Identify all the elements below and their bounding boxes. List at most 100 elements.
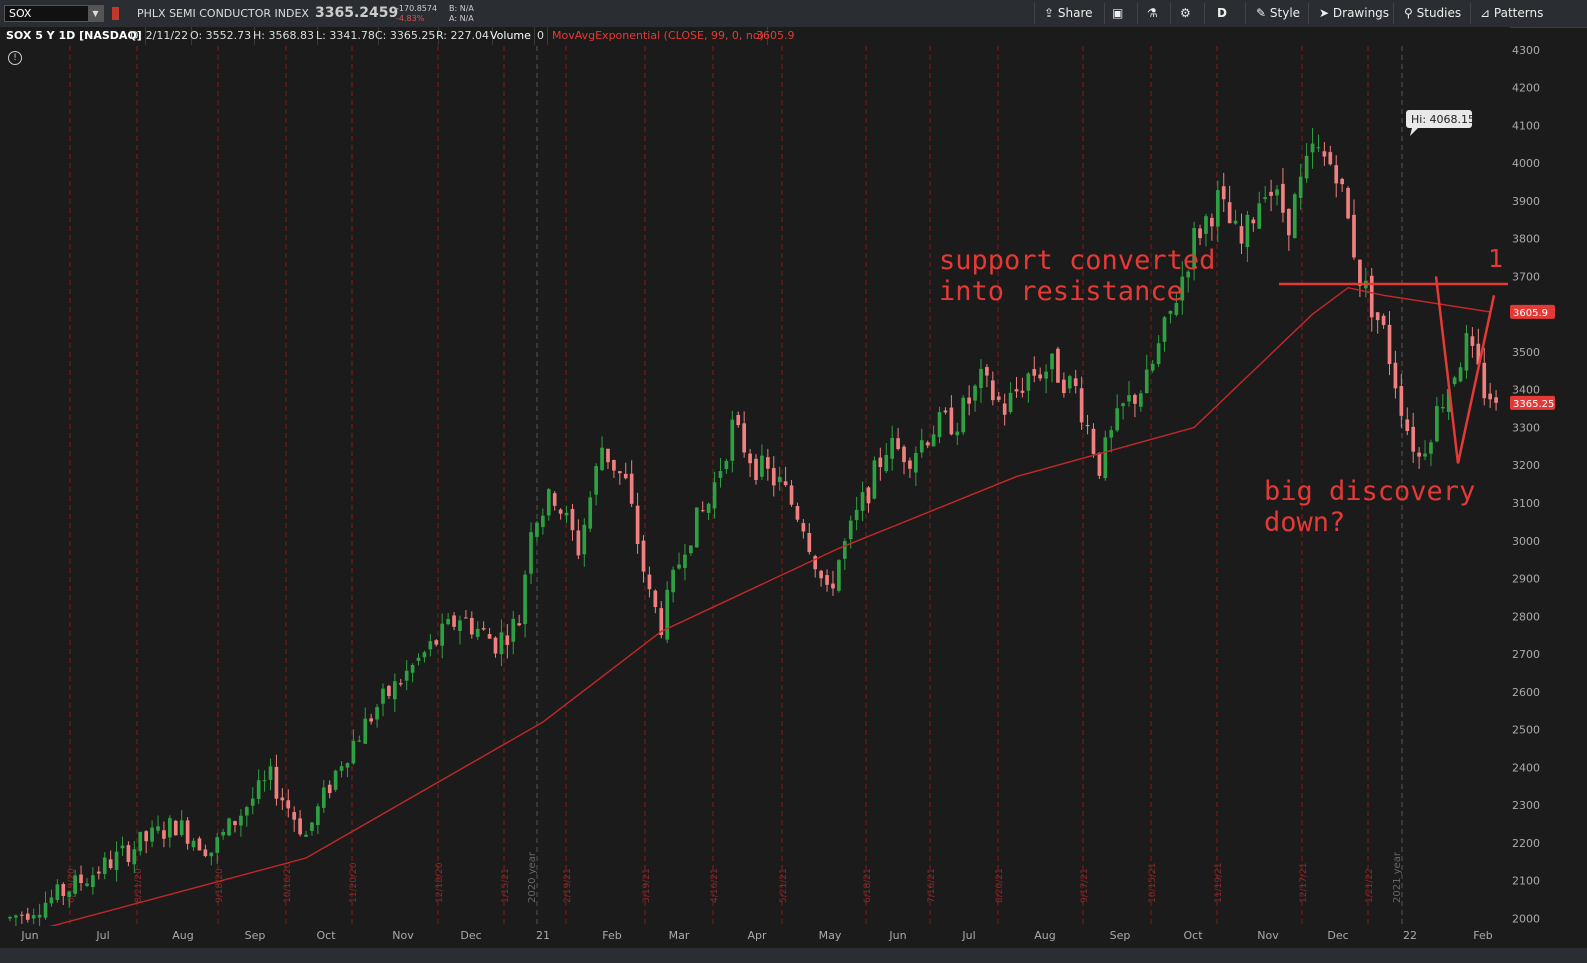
candle-down[interactable] (517, 623, 522, 626)
candle-down[interactable] (967, 397, 971, 404)
candle-up[interactable] (114, 851, 119, 870)
candle-up[interactable] (1316, 147, 1321, 149)
candle-down[interactable] (990, 380, 995, 401)
candle-down[interactable] (1411, 426, 1416, 452)
candle-up[interactable] (860, 492, 865, 511)
candle-up[interactable] (1026, 373, 1031, 391)
candle-down[interactable] (795, 506, 800, 520)
candle-up[interactable] (712, 482, 717, 509)
candle-up[interactable] (49, 897, 54, 904)
candle-up[interactable] (339, 766, 344, 771)
candle-down[interactable] (606, 448, 610, 463)
candle-up[interactable] (404, 670, 409, 681)
candle-down[interactable] (274, 766, 279, 799)
candle-up[interactable] (1067, 376, 1072, 389)
candle-up[interactable] (529, 532, 533, 574)
candle-up[interactable] (1150, 363, 1155, 371)
candle-up[interactable] (43, 902, 48, 918)
candle-up[interactable] (31, 915, 36, 919)
candle-up[interactable] (55, 884, 60, 901)
candle-down[interactable] (173, 820, 178, 836)
candle-up[interactable] (848, 520, 853, 540)
candle-up[interactable] (132, 849, 137, 865)
candle-up[interactable] (209, 852, 214, 857)
candle-down[interactable] (1375, 312, 1380, 321)
candle-up[interactable] (333, 770, 338, 790)
candle-down[interactable] (1097, 452, 1102, 476)
candle-down[interactable] (464, 617, 468, 619)
candle-down[interactable] (79, 874, 83, 884)
candle-up[interactable] (357, 740, 362, 742)
candle-up[interactable] (440, 623, 445, 646)
candle-down[interactable] (1488, 393, 1492, 400)
candle-down[interactable] (1014, 389, 1019, 392)
candle-up[interactable] (375, 707, 379, 720)
candle-up[interactable] (1162, 317, 1167, 342)
share-button[interactable]: ⇪ Share (1044, 4, 1093, 23)
candle-down[interactable] (1210, 217, 1214, 227)
drawings-button[interactable]: ➤ Drawings (1319, 4, 1389, 23)
candle-down[interactable] (20, 914, 24, 916)
candle-down[interactable] (949, 407, 954, 435)
candle-down[interactable] (203, 849, 208, 857)
chevron-down-icon[interactable]: ▼ (88, 6, 103, 21)
candle-up[interactable] (1304, 155, 1309, 179)
candle-down[interactable] (1002, 403, 1007, 415)
candle-down[interactable] (629, 473, 634, 504)
annotation-text[interactable]: 1 (1488, 244, 1503, 273)
candle-down[interactable] (1494, 397, 1498, 403)
candle-down[interactable] (1227, 202, 1232, 224)
candle-up[interactable] (458, 620, 462, 631)
candle-down[interactable] (108, 859, 113, 869)
candle-down[interactable] (653, 590, 658, 608)
candle-down[interactable] (1358, 259, 1362, 286)
candle-down[interactable] (647, 574, 652, 590)
candle-down[interactable] (1239, 226, 1244, 244)
candle-up[interactable] (890, 437, 895, 459)
candle-up[interactable] (316, 806, 320, 826)
candle-up[interactable] (310, 822, 314, 831)
candle-up[interactable] (1008, 392, 1013, 412)
candle-up[interactable] (1204, 216, 1208, 234)
candle-up[interactable] (854, 509, 859, 520)
candle-up[interactable] (1050, 353, 1054, 370)
chart-label[interactable]: SOX 5 Y 1D [NASDAQ] (3, 27, 146, 45)
candle-up[interactable] (150, 827, 154, 842)
candle-up[interactable] (1429, 442, 1433, 454)
candle-down[interactable] (1281, 183, 1285, 213)
candle-down[interactable] (1334, 165, 1339, 184)
screenshot-button[interactable]: ▣ (1112, 4, 1123, 23)
candle-up[interactable] (91, 875, 95, 888)
candle-up[interactable] (67, 891, 72, 898)
candle-up[interactable] (541, 515, 545, 527)
candle-up[interactable] (1275, 189, 1279, 196)
candle-down[interactable] (576, 530, 581, 556)
candle-down[interactable] (766, 457, 770, 469)
candle-down[interactable] (1073, 378, 1078, 387)
candle-up[interactable] (1103, 437, 1108, 479)
candle-up[interactable] (179, 820, 184, 836)
candle-down[interactable] (487, 634, 492, 639)
candle-down[interactable] (25, 913, 30, 920)
candle-up[interactable] (1435, 406, 1439, 442)
info-icon[interactable]: ! (8, 51, 22, 65)
candle-down[interactable] (570, 509, 575, 531)
candle-up[interactable] (919, 440, 924, 453)
candle-down[interactable] (623, 473, 628, 479)
candle-down[interactable] (742, 423, 746, 453)
candle-down[interactable] (1133, 394, 1137, 404)
candle-up[interactable] (345, 763, 350, 768)
candle-down[interactable] (1369, 275, 1374, 318)
candle-up[interactable] (546, 489, 551, 516)
candle-up[interactable] (955, 431, 960, 436)
candle-down[interactable] (197, 838, 202, 851)
candle-up[interactable] (8, 917, 12, 919)
candle-up[interactable] (416, 657, 421, 661)
candle-up[interactable] (381, 688, 385, 704)
candle-down[interactable] (1056, 348, 1060, 383)
candle-down[interactable] (1079, 388, 1084, 423)
candle-up[interactable] (914, 452, 918, 473)
candle-up[interactable] (730, 419, 735, 461)
candle-up[interactable] (535, 522, 539, 537)
candle-up[interactable] (1121, 403, 1125, 407)
